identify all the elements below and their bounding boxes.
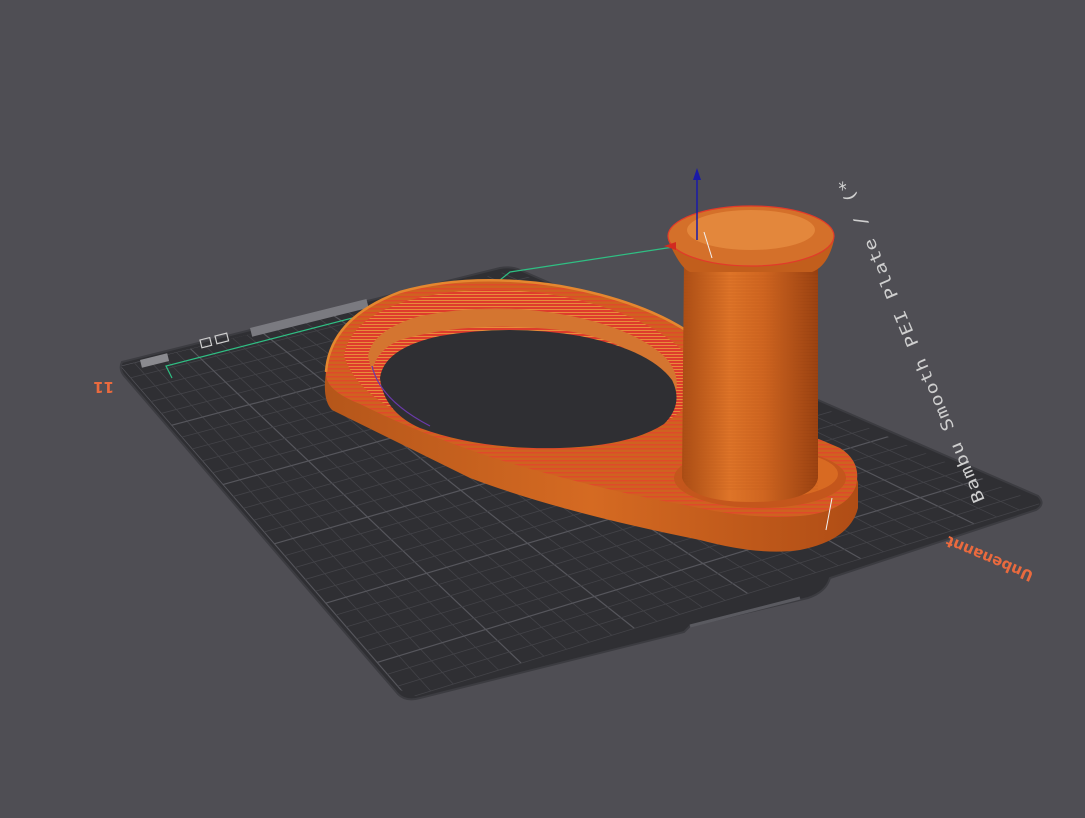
plate-name-label: Unbenannt [943,532,1036,585]
plate-number-label: 11 [93,378,114,396]
z-axis-arrow-icon [693,168,701,180]
scene-canvas[interactable]: 11 Unbenannt Bambu Smooth PEI Plate / (* [0,0,1085,818]
3d-viewport[interactable]: 11 Unbenannt Bambu Smooth PEI Plate / (* [0,0,1085,818]
model-cylinder-top-inner [687,210,815,250]
